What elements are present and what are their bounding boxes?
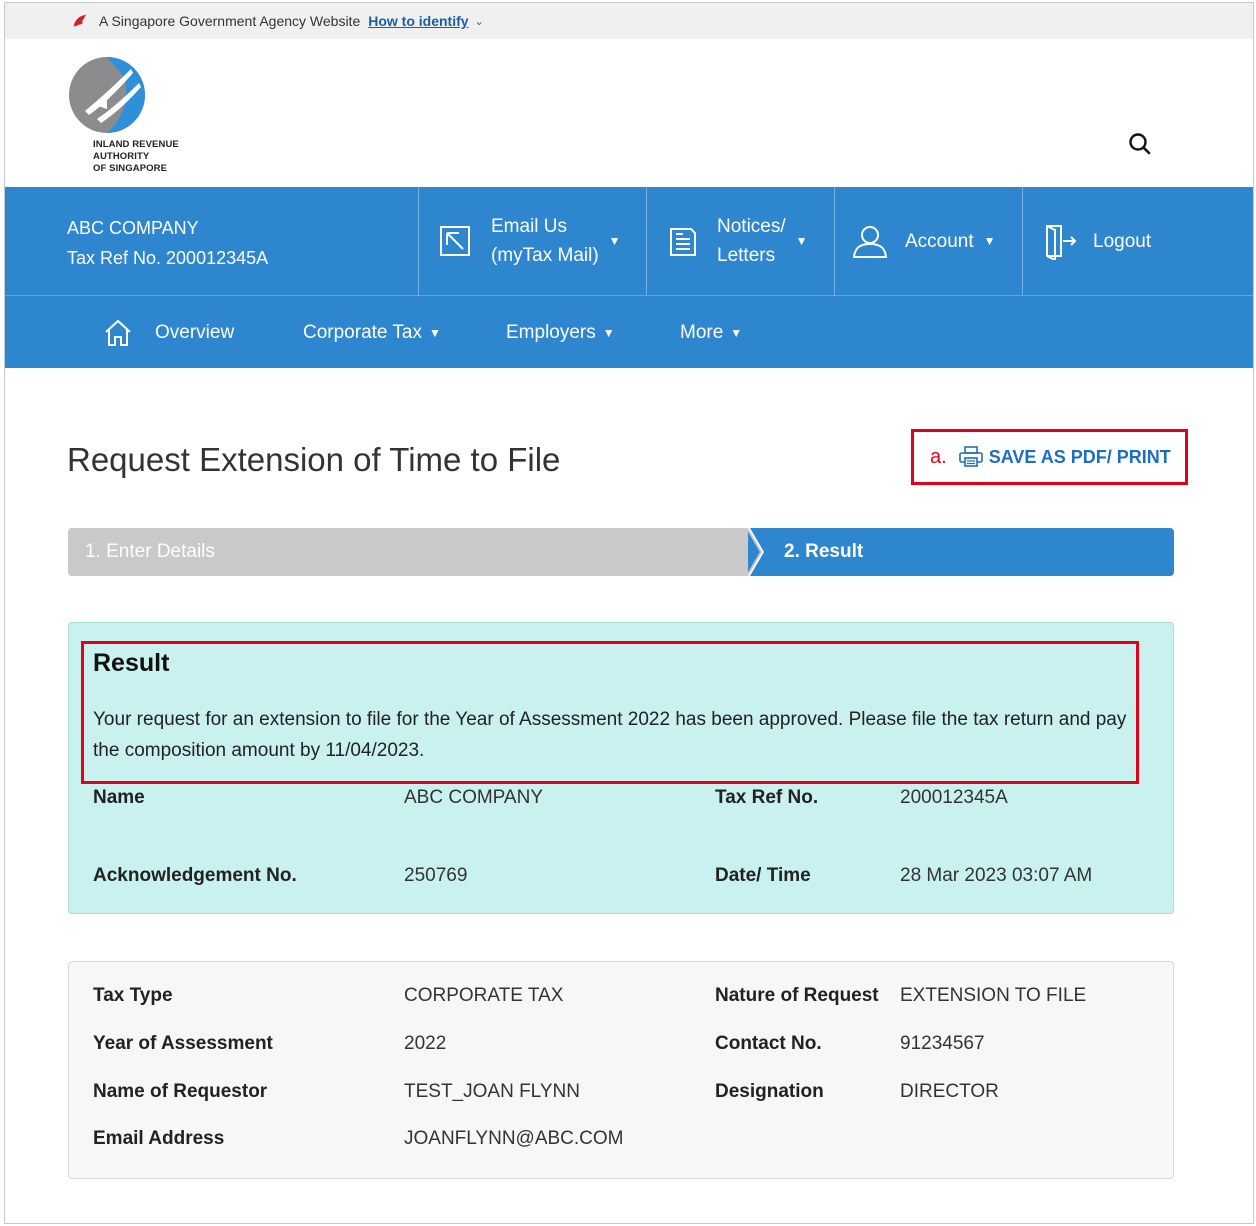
logo-line-1: INLAND REVENUE (93, 139, 179, 150)
datetime-label: Date/ Time (715, 865, 811, 886)
step-2-label: 2. Result (784, 541, 864, 562)
letters-label: Letters (717, 245, 776, 266)
year-of-assessment-label: Year of Assessment (93, 1033, 273, 1054)
progress-stepper: 1. Enter Details 2. Result (68, 528, 1174, 576)
page-title: Request Extension of Time to File (67, 441, 561, 478)
account-menu[interactable]: Account ▼ (834, 187, 1022, 295)
home-icon (105, 319, 131, 346)
account-label: Account (905, 230, 974, 252)
email-address-value: JOANFLYNN@ABC.COM (404, 1128, 624, 1149)
company-name: ABC COMPANY (67, 218, 199, 238)
lion-head-icon (73, 14, 87, 27)
chevron-down-icon: ▼ (602, 325, 615, 340)
nav-overview-label: Overview (155, 321, 235, 343)
datetime-value: 28 Mar 2023 03:07 AM (900, 865, 1093, 886)
designation-label: Designation (715, 1081, 824, 1102)
chevron-down-icon: ▼ (983, 233, 996, 248)
save-as-pdf-print-label: SAVE AS PDF/ PRINT (988, 446, 1171, 467)
acknowledgement-value: 250769 (404, 865, 468, 886)
printer-icon (958, 446, 983, 467)
notices-label: Notices/ (717, 216, 786, 237)
main-nav: Overview Corporate Tax ▼ Employers ▼ Mor… (5, 295, 1253, 368)
gov-agency-text: A Singapore Government Agency Website (99, 13, 361, 29)
logout-button[interactable]: Logout (1022, 187, 1253, 295)
step-result: 2. Result (748, 528, 1174, 576)
nav-employers[interactable]: Employers ▼ (506, 296, 615, 369)
email-address-label: Email Address (93, 1128, 225, 1149)
save-as-pdf-print-button[interactable]: SAVE AS PDF/ PRINT (958, 446, 1171, 468)
result-heading: Result (93, 649, 170, 677)
contact-no-label: Contact No. (715, 1033, 822, 1054)
nav-more-label: More (680, 321, 724, 343)
designation-value: DIRECTOR (900, 1081, 999, 1102)
step-enter-details: 1. Enter Details (68, 528, 768, 576)
nav-more[interactable]: More ▼ (680, 296, 742, 369)
year-of-assessment-value: 2022 (404, 1033, 447, 1054)
tax-ref-label: Tax Ref No. (715, 787, 819, 808)
annotation-box-a: a. SAVE AS PDF/ PRINT (911, 429, 1188, 485)
user-icon (852, 226, 888, 258)
notices-icon (670, 228, 696, 256)
logout-icon (1046, 225, 1077, 260)
chevron-down-icon[interactable]: ⌄ (475, 15, 484, 28)
result-message: Your request for an extension to file fo… (93, 709, 1127, 761)
chevron-down-icon: ▼ (429, 325, 441, 340)
email-icon (440, 226, 470, 256)
step-1-label: 1. Enter Details (85, 541, 215, 562)
acknowledgement-label: Acknowledgement No. (93, 865, 297, 886)
search-icon[interactable] (1127, 131, 1153, 157)
step-separator (746, 528, 764, 576)
notices-letters-menu[interactable]: Notices/ Letters ▼ (646, 187, 834, 295)
email-us-label: Email Us (491, 216, 568, 237)
page-frame: A Singapore Government Agency Website Ho… (4, 2, 1254, 1224)
how-to-identify-link[interactable]: How to identify (368, 13, 468, 29)
logo-line-3: OF SINGAPORE (93, 163, 168, 174)
logout-label: Logout (1093, 230, 1152, 252)
account-bar: ABC COMPANY Tax Ref No. 200012345A Email… (5, 187, 1253, 295)
nature-of-request-label: Nature of Request (715, 985, 879, 1006)
nav-overview[interactable]: Overview (103, 296, 234, 369)
gov-masthead: A Singapore Government Agency Website Ho… (5, 3, 1253, 39)
email-us-sublabel: (myTax Mail) (491, 245, 599, 266)
logo-text: INLAND REVENUE AUTHORITY OF SINGAPORE (93, 139, 179, 175)
chevron-down-icon: ▼ (608, 233, 621, 248)
chevron-down-icon: ▼ (730, 325, 743, 340)
nature-of-request-value: EXTENSION TO FILE (900, 985, 1087, 1006)
tax-type-value: CORPORATE TAX (404, 985, 564, 1006)
contact-no-value: 91234567 (900, 1033, 985, 1054)
company-info: ABC COMPANY Tax Ref No. 200012345A (67, 213, 268, 273)
chevron-down-icon: ▼ (795, 233, 808, 248)
annotation-label: a. (930, 445, 947, 468)
name-of-requestor-label: Name of Requestor (93, 1081, 268, 1102)
name-value: ABC COMPANY (404, 787, 544, 808)
nav-employers-label: Employers (506, 321, 596, 343)
nav-corporate-tax[interactable]: Corporate Tax ▼ (303, 296, 441, 369)
site-header: INLAND REVENUE AUTHORITY OF SINGAPORE (5, 39, 1253, 187)
name-label: Name (93, 787, 145, 808)
tax-ref-value: 200012345A (900, 787, 1008, 808)
nav-corporate-tax-label: Corporate Tax (303, 321, 422, 343)
name-of-requestor-value: TEST_JOAN FLYNN (404, 1081, 580, 1102)
logo-line-2: AUTHORITY (93, 151, 150, 162)
email-us-menu[interactable]: Email Us (myTax Mail) ▼ (418, 187, 646, 295)
tax-type-label: Tax Type (93, 985, 173, 1006)
company-tax-ref: Tax Ref No. 200012345A (67, 248, 269, 268)
